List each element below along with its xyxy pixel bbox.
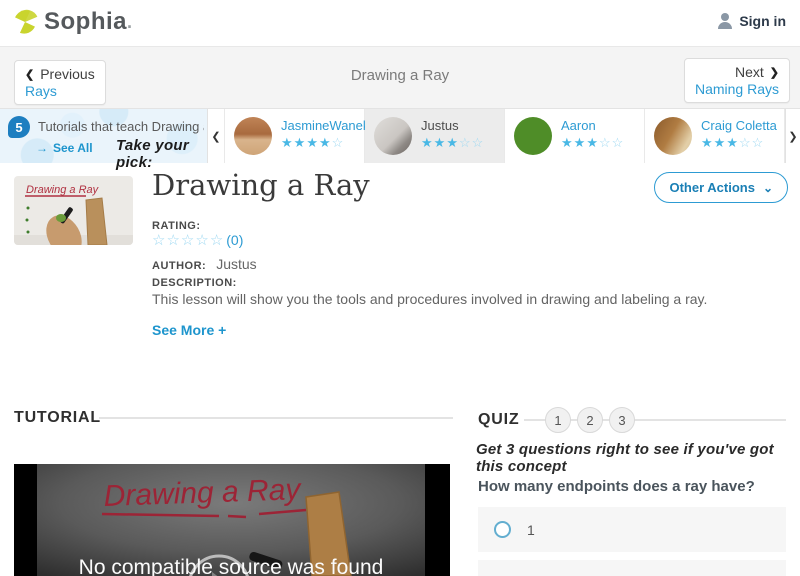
tutor-tile-jasminewanek[interactable]: JasmineWanek ★★★★☆ (225, 109, 369, 163)
sophia-logo-icon (15, 9, 38, 34)
tutorial-divider (99, 417, 453, 419)
brand-dot: . (127, 11, 133, 32)
tutor-name[interactable]: Aaron (561, 118, 596, 133)
tutor-rating-stars: ★★★★☆ (281, 135, 345, 150)
tutors-strip: 5 Tutorials that teach Drawing a R → See… (0, 109, 800, 171)
arrow-right-icon: → (36, 141, 48, 155)
sophia-logo[interactable]: Sophia. (12, 8, 132, 36)
see-more-link[interactable]: See More + (152, 322, 226, 338)
page: Sophia. Sign in ❮ Previous Rays Drawing … (0, 0, 800, 576)
quiz-question: How many endpoints does a ray have? (478, 478, 755, 495)
tutor-rating-stars: ★★★☆☆ (421, 135, 485, 150)
lesson-thumbnail[interactable]: Drawing a Ray (14, 176, 133, 245)
quiz-step-1: 1 (545, 407, 571, 433)
video-error-text: No compatible source was found (79, 556, 384, 576)
quiz-section-heading: QUIZ (478, 411, 520, 428)
quiz-answer-option-1[interactable]: 1 (478, 507, 786, 552)
answer-label: 1 (527, 521, 535, 538)
rating-stars: ☆☆☆☆☆ (152, 232, 225, 249)
tutor-rating-stars: ★★★☆☆ (561, 135, 625, 150)
tutor-tile-craig-coletta[interactable]: Craig Coletta ★★★☆☆ (645, 109, 785, 163)
lesson-title: Drawing a Ray (152, 168, 370, 202)
radio-button[interactable] (494, 521, 511, 538)
thumbnail-handwriting: Drawing a Ray (26, 184, 100, 196)
next-lesson-button[interactable]: Next ❯ Naming Rays (683, 58, 790, 103)
rating-count[interactable]: (0) (226, 232, 243, 248)
avatar (234, 117, 272, 155)
tutor-name[interactable]: Craig Coletta (701, 118, 777, 133)
brand-name: Sophia (44, 8, 128, 35)
current-lesson-title: Drawing a Ray (350, 67, 450, 84)
chevron-right-icon: ❯ (769, 66, 779, 79)
tutor-name[interactable]: JasmineWanek (281, 118, 369, 133)
see-all-link[interactable]: → See All (36, 141, 93, 155)
lesson-rating[interactable]: ☆☆☆☆☆ (0) (152, 231, 243, 249)
sign-in-label: Sign in (739, 13, 786, 29)
previous-lesson-link[interactable]: Rays (25, 83, 95, 99)
quiz-step-3: 3 (609, 407, 635, 433)
other-actions-button[interactable]: Other Actions ⌄ (654, 172, 788, 203)
tutorial-section-heading: TUTORIAL (14, 409, 101, 426)
person-icon (717, 13, 733, 29)
video-handwriting: Drawing a Ray (103, 473, 303, 513)
tutors-scroll-right-button[interactable]: ❯ (785, 109, 800, 163)
avatar (654, 117, 692, 155)
next-lesson-link[interactable]: Naming Rays (695, 81, 779, 97)
see-all-label: See All (53, 141, 93, 155)
author-label: AUTHOR: (152, 260, 207, 272)
tutors-scroll-left-button[interactable]: ❮ (207, 109, 225, 163)
description-text: This lesson will show you the tools and … (152, 291, 708, 307)
tutorial-video-player[interactable]: Drawing a Ray No compatible source was f… (14, 464, 450, 576)
quiz-answer-option-2[interactable] (478, 560, 786, 576)
other-actions-label: Other Actions (669, 180, 755, 195)
quiz-tagline: Get 3 questions right to see if you've g… (476, 441, 774, 475)
chevron-right-icon: ❯ (788, 130, 798, 143)
tutor-tile-justus[interactable]: Justus ★★★☆☆ (365, 109, 505, 163)
tutors-intro-panel: 5 Tutorials that teach Drawing a R → See… (0, 109, 207, 171)
description-label: DESCRIPTION: (152, 277, 237, 289)
top-header: Sophia. Sign in (0, 0, 800, 46)
take-your-pick-label: Take your pick: (116, 137, 190, 171)
tutorial-count-badge: 5 (8, 116, 30, 138)
tutor-name[interactable]: Justus (421, 118, 459, 133)
author-name: Justus (216, 256, 257, 272)
avatar (374, 117, 412, 155)
avatar (514, 117, 552, 155)
sign-in-button[interactable]: Sign in (717, 13, 786, 29)
chevron-down-icon: ⌄ (762, 180, 773, 195)
lesson-nav-bar: ❮ Previous Rays Drawing a Ray Next ❯ Nam… (0, 46, 800, 109)
quiz-step-2: 2 (577, 407, 603, 433)
chevron-left-icon: ❮ (211, 130, 221, 143)
tutor-rating-stars: ★★★☆☆ (701, 135, 765, 150)
tutor-tile-aaron[interactable]: Aaron ★★★☆☆ (505, 109, 645, 163)
tutors-heading: Tutorials that teach Drawing a R (38, 119, 204, 134)
next-label: Next (734, 64, 764, 80)
